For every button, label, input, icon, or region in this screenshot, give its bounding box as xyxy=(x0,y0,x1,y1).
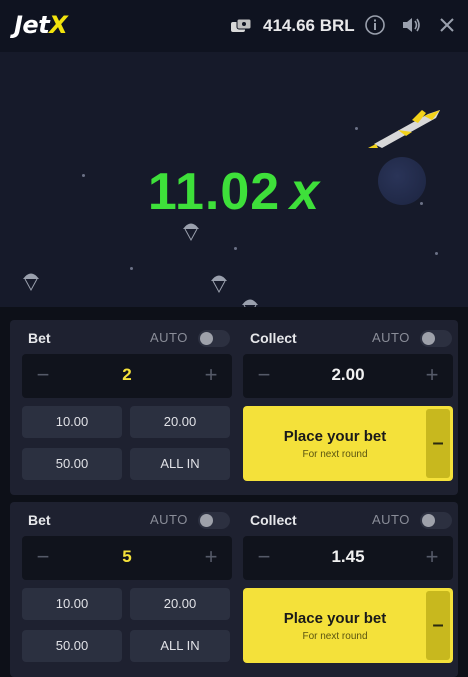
sound-icon[interactable] xyxy=(400,14,422,36)
place-bet-button[interactable]: Place your bet For next round – xyxy=(243,588,453,663)
star xyxy=(435,252,438,255)
parachute-icon xyxy=(183,223,199,242)
auto-collect-toggle[interactable] xyxy=(420,512,452,529)
bet-amount-value[interactable]: 5 xyxy=(62,547,192,567)
place-bet-sublabel: For next round xyxy=(302,449,368,460)
auto-bet-toggle[interactable] xyxy=(198,330,230,347)
logo-x: X xyxy=(49,11,68,39)
auto-label: AUTO xyxy=(372,512,410,527)
collect-value[interactable]: 2.00 xyxy=(283,365,413,385)
auto-label: AUTO xyxy=(150,330,188,345)
quick-bet-chip[interactable]: 50.00 xyxy=(22,630,122,662)
collect-stepper: − 2.00 + xyxy=(243,354,453,398)
collect-stepper: − 1.45 + xyxy=(243,536,453,580)
auto-label: AUTO xyxy=(372,330,410,345)
parachute-icon xyxy=(211,275,227,294)
game-canvas: 11.02 x xyxy=(0,52,468,307)
wallet-icon xyxy=(231,18,252,32)
quick-bet-chip[interactable]: 20.00 xyxy=(130,406,230,438)
star xyxy=(355,127,358,130)
bet-decrease-button[interactable]: − xyxy=(30,544,56,570)
parachute-icon xyxy=(242,299,258,307)
top-bar: JetX 414.66 BRL xyxy=(0,0,468,52)
collect-increase-button[interactable]: + xyxy=(419,544,445,570)
bet-amount-stepper: − 2 + xyxy=(22,354,232,398)
collect-label: Collect xyxy=(250,330,297,346)
bet-amount-stepper: − 5 + xyxy=(22,536,232,580)
all-in-button[interactable]: ALL IN xyxy=(130,630,230,662)
info-icon[interactable] xyxy=(364,14,386,36)
place-bet-sublabel: For next round xyxy=(302,631,368,642)
multiplier-suffix: x xyxy=(290,163,321,221)
all-in-button[interactable]: ALL IN xyxy=(130,448,230,480)
close-icon[interactable] xyxy=(436,14,458,36)
auto-label: AUTO xyxy=(150,512,188,527)
collect-label: Collect xyxy=(250,512,297,528)
place-bet-label: Place your bet xyxy=(283,610,387,627)
collect-increase-button[interactable]: + xyxy=(419,362,445,388)
parachute-icon xyxy=(23,273,39,292)
bet-panel-2: Bet AUTO Collect AUTO − 5 + − 1.45 + 10.… xyxy=(10,502,458,677)
remove-panel-button[interactable]: – xyxy=(426,591,450,660)
quick-bet-chip[interactable]: 50.00 xyxy=(22,448,122,480)
quick-bet-chip[interactable]: 20.00 xyxy=(130,588,230,620)
bet-increase-button[interactable]: + xyxy=(198,544,224,570)
multiplier-value: 11.02 xyxy=(147,163,281,221)
quick-bet-chip[interactable]: 10.00 xyxy=(22,406,122,438)
jetx-logo: JetX xyxy=(14,11,68,39)
bet-panel-1: Bet AUTO Collect AUTO − 2 + − 2.00 + 10.… xyxy=(10,320,458,495)
bet-increase-button[interactable]: + xyxy=(198,362,224,388)
bet-amount-value[interactable]: 2 xyxy=(62,365,192,385)
place-bet-button[interactable]: Place your bet For next round – xyxy=(243,406,453,481)
star xyxy=(234,247,237,250)
logo-prefix: Jet xyxy=(14,11,50,39)
auto-bet-toggle[interactable] xyxy=(198,512,230,529)
star xyxy=(130,267,133,270)
collect-decrease-button[interactable]: − xyxy=(251,362,277,388)
bet-decrease-button[interactable]: − xyxy=(30,362,56,388)
crash-multiplier: 11.02 x xyxy=(0,162,468,222)
jet-plane-icon xyxy=(368,110,440,148)
place-bet-label: Place your bet xyxy=(283,428,387,445)
balance-display: 414.66 BRL xyxy=(263,16,355,35)
remove-panel-button[interactable]: – xyxy=(426,409,450,478)
auto-collect-toggle[interactable] xyxy=(420,330,452,347)
bet-label: Bet xyxy=(28,330,51,346)
collect-decrease-button[interactable]: − xyxy=(251,544,277,570)
bet-label: Bet xyxy=(28,512,51,528)
collect-value[interactable]: 1.45 xyxy=(283,547,413,567)
quick-bet-chip[interactable]: 10.00 xyxy=(22,588,122,620)
